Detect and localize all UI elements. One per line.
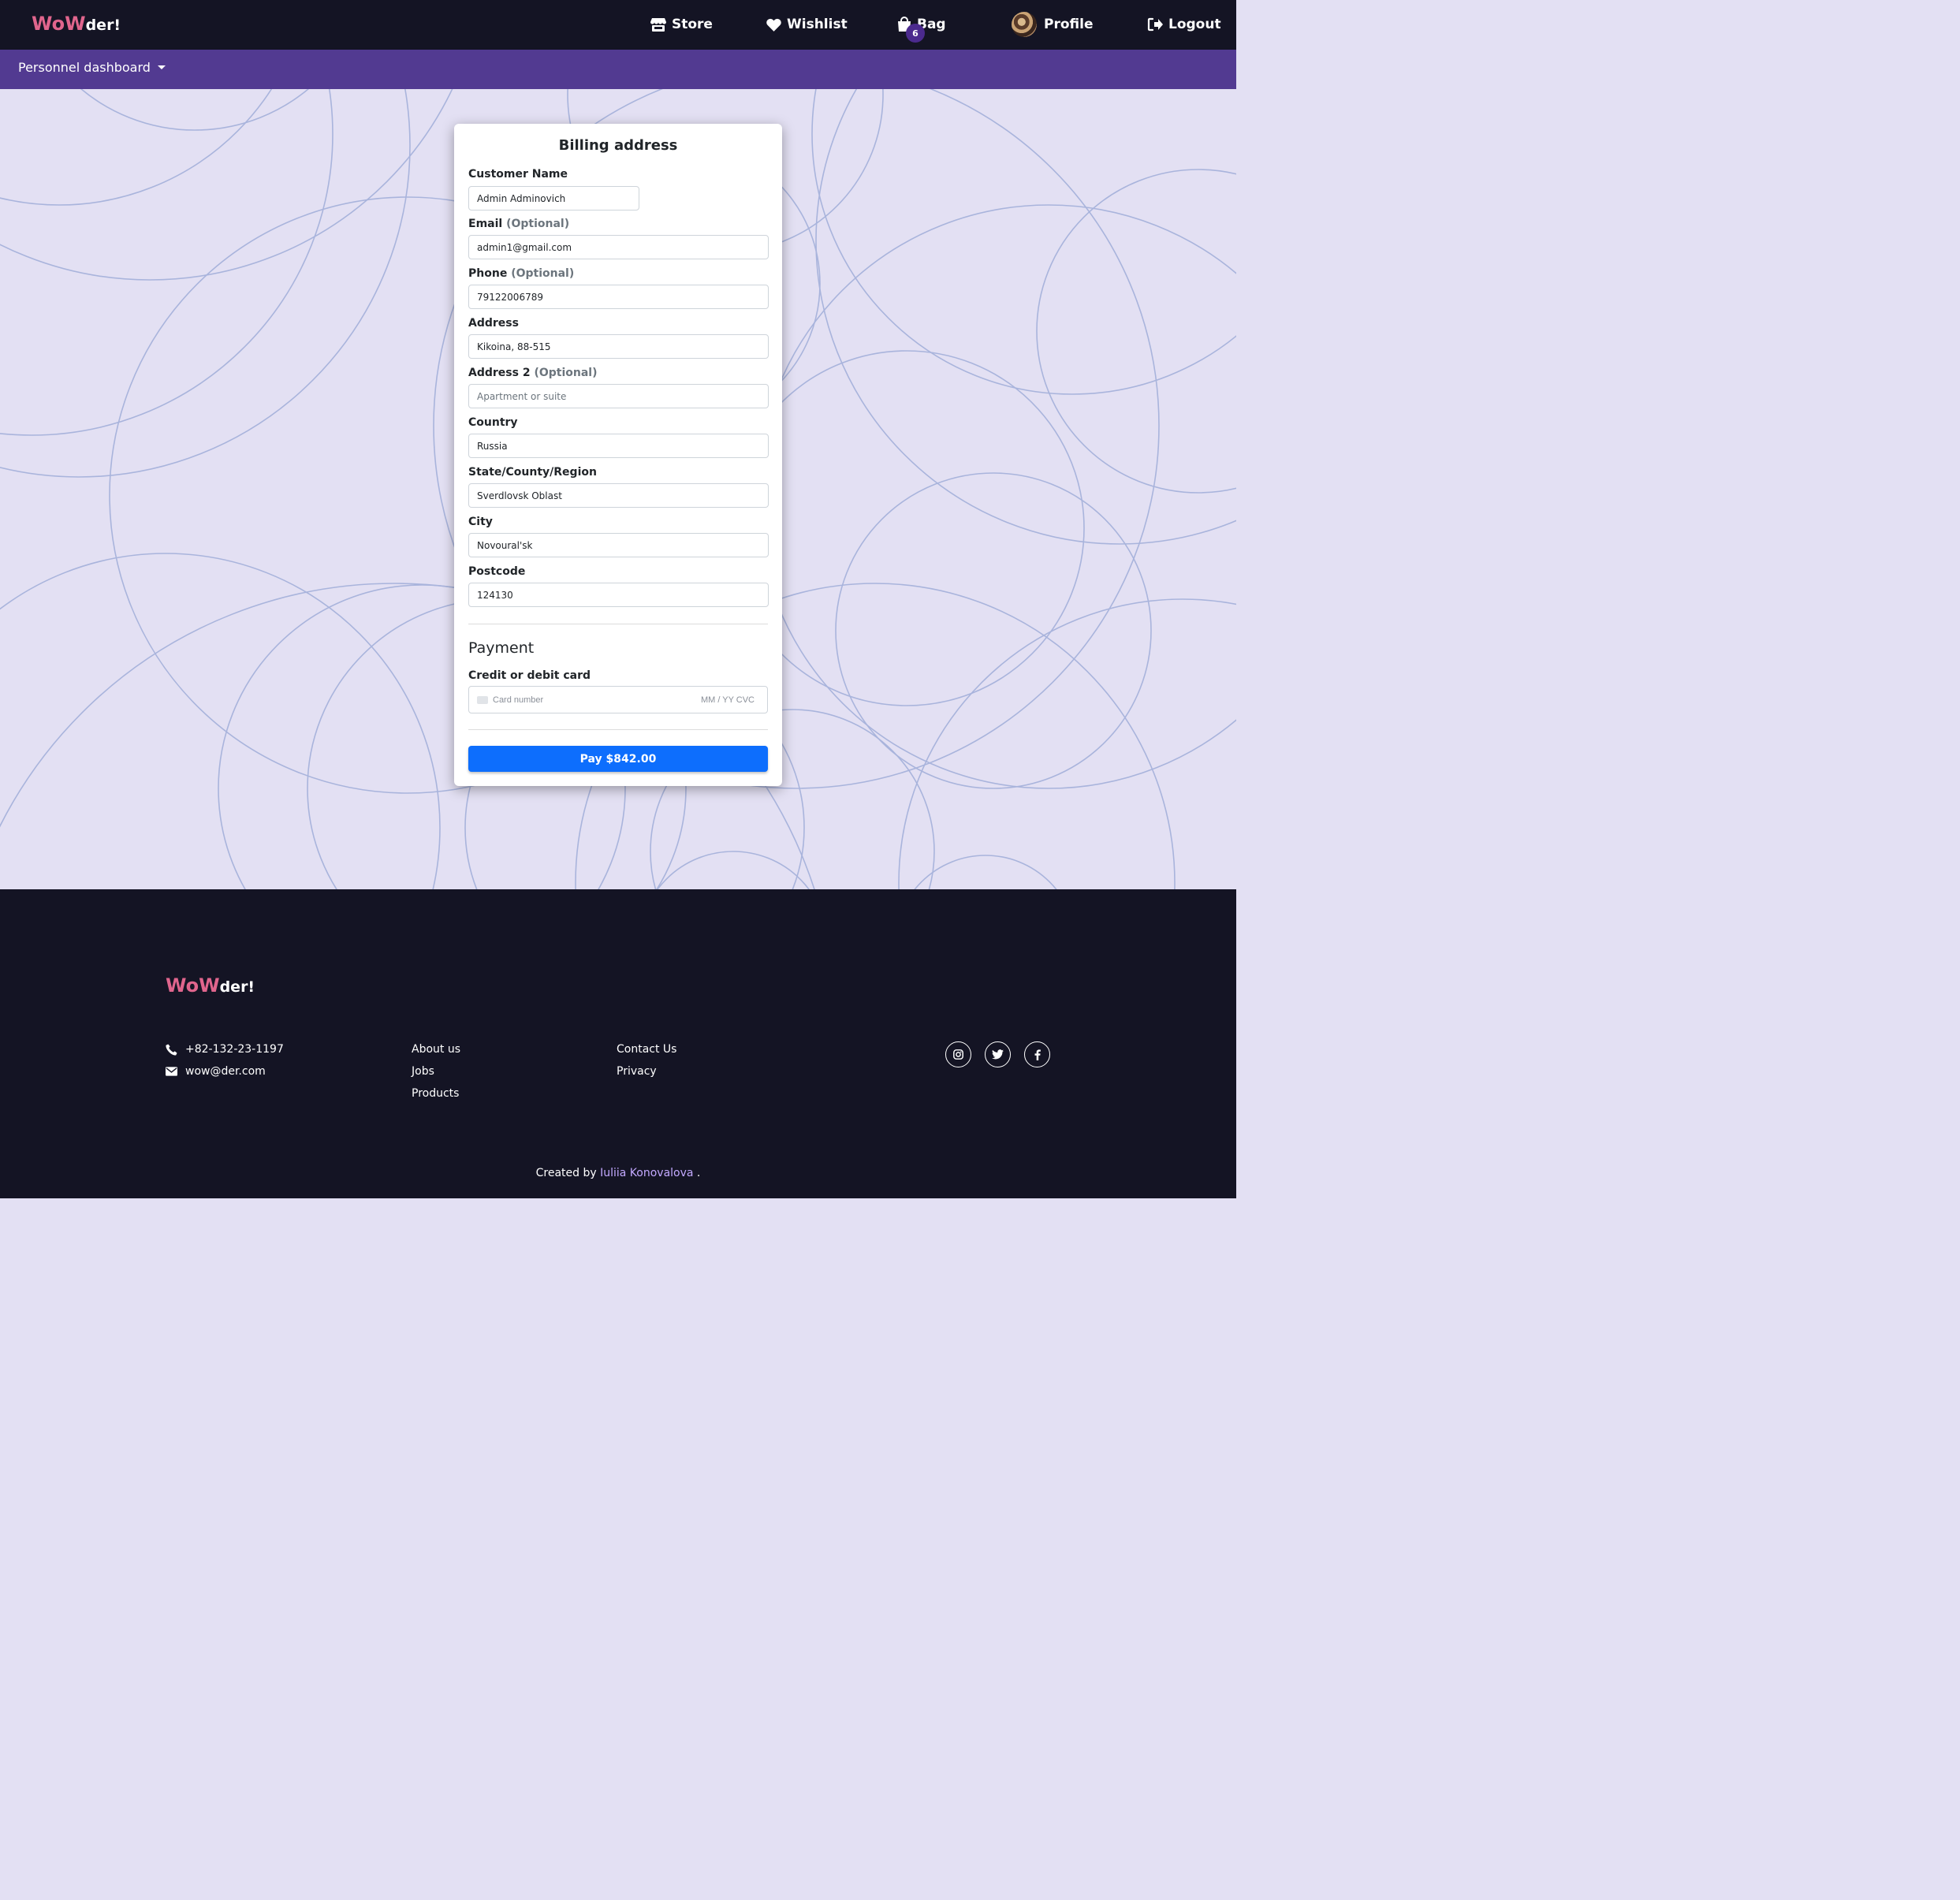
footer-brand-part2: der! [219, 978, 255, 996]
footer-email: wow@der.com [166, 1065, 266, 1078]
address2-label: Address 2 (Optional) [468, 367, 597, 379]
credit-card-icon [477, 696, 488, 704]
email-optional-text: (Optional) [506, 218, 570, 230]
address2-optional-text: (Optional) [534, 367, 598, 379]
personnel-dashboard-label: Personnel dashboard [18, 60, 151, 75]
billing-title: Billing address [558, 137, 678, 154]
customer-name-label: Customer Name [468, 168, 568, 181]
personnel-dashboard-dropdown[interactable]: Personnel dashboard [18, 60, 166, 75]
bag-count-badge: 6 [906, 24, 925, 43]
address-label-text: Address [468, 317, 519, 330]
card-input[interactable]: Card number MM / YY CVC [468, 686, 768, 713]
phone-label-text: Phone [468, 267, 508, 280]
credit-suffix: . [696, 1167, 701, 1179]
footer-link-about[interactable]: About us [412, 1043, 460, 1056]
phone-input[interactable] [468, 285, 769, 309]
brand-logo[interactable]: WoWder! [32, 13, 121, 35]
credit-author-link[interactable]: Iuliia Konovalova [600, 1167, 693, 1179]
customer-name-input[interactable] [468, 186, 639, 210]
footer-link-jobs[interactable]: Jobs [412, 1065, 434, 1078]
footer-link-products[interactable]: Products [412, 1087, 459, 1100]
footer-link-contact[interactable]: Contact Us [617, 1043, 676, 1056]
nav-logout[interactable]: Logout [1147, 14, 1221, 35]
address-input[interactable] [468, 334, 769, 359]
postcode-label: Postcode [468, 565, 525, 578]
postcode-input[interactable] [468, 583, 769, 607]
brand-logo-part2: der! [85, 17, 121, 34]
expiry-cvc-placeholder: MM / YY CVC [700, 695, 755, 705]
city-label-text: City [468, 516, 493, 528]
footer: WoWder! +82-132-23-1197 wow@der.com Abou… [0, 889, 1236, 1198]
nav-wishlist[interactable]: Wishlist [766, 14, 848, 35]
top-navbar: WoWder! Store Wishlist Bag 6 Profile Log… [0, 0, 1236, 50]
phone-label: Phone (Optional) [468, 267, 574, 280]
address2-label-text: Address 2 [468, 367, 531, 379]
country-label: Country [468, 416, 518, 429]
caret-down-icon [157, 65, 166, 69]
card-number-placeholder: Card number [493, 695, 544, 705]
nav-profile-label: Profile [1044, 17, 1094, 32]
payment-title: Payment [468, 639, 535, 657]
brand-logo-part1: WoW [32, 13, 86, 35]
state-input[interactable] [468, 483, 769, 508]
email-label-text: Email [468, 218, 503, 230]
email-label: Email (Optional) [468, 218, 569, 230]
email-input[interactable] [468, 235, 769, 259]
card-label: Credit or debit card [468, 669, 591, 682]
heart-icon [766, 18, 781, 32]
customer-name-label-text: Customer Name [468, 168, 568, 181]
footer-link-privacy[interactable]: Privacy [617, 1065, 657, 1078]
twitter-button[interactable] [985, 1041, 1011, 1067]
avatar [1012, 12, 1037, 37]
logout-icon [1147, 17, 1163, 32]
credit-prefix: Created by [535, 1167, 597, 1179]
card-label-text: Credit or debit card [468, 669, 591, 682]
twitter-icon [992, 1049, 1004, 1060]
facebook-icon [1034, 1049, 1041, 1060]
nav-profile[interactable]: Profile [1012, 12, 1093, 37]
phone-icon [166, 1043, 177, 1056]
store-icon [650, 17, 666, 32]
postcode-label-text: Postcode [468, 565, 526, 578]
state-label-text: State/County/Region [468, 466, 597, 479]
address2-input[interactable] [468, 384, 769, 408]
footer-brand-part1: WoW [166, 974, 220, 997]
instagram-button[interactable] [945, 1041, 971, 1067]
footer-brand-logo[interactable]: WoWder! [166, 974, 255, 997]
city-label: City [468, 516, 493, 528]
nav-store[interactable]: Store [650, 14, 713, 35]
footer-email-text: wow@der.com [185, 1065, 266, 1078]
nav-logout-label: Logout [1168, 17, 1221, 32]
city-input[interactable] [468, 533, 769, 557]
envelope-icon [166, 1067, 177, 1076]
footer-phone: +82-132-23-1197 [166, 1043, 284, 1056]
footer-credit: Created by Iuliia Konovalova . [0, 1167, 1236, 1179]
divider [468, 729, 768, 730]
address-label: Address [468, 317, 519, 330]
nav-store-label: Store [672, 17, 713, 32]
pay-button[interactable]: Pay $842.00 [468, 746, 768, 772]
country-label-text: Country [468, 416, 518, 429]
billing-card: Billing address Customer Name Email (Opt… [454, 124, 782, 786]
phone-optional-text: (Optional) [511, 267, 575, 280]
facebook-button[interactable] [1024, 1041, 1050, 1067]
instagram-icon [953, 1049, 963, 1060]
country-input[interactable] [468, 434, 769, 458]
secondary-navbar: Personnel dashboard [0, 50, 1236, 89]
state-label: State/County/Region [468, 466, 597, 479]
nav-wishlist-label: Wishlist [787, 17, 848, 32]
footer-phone-text: +82-132-23-1197 [185, 1043, 284, 1056]
